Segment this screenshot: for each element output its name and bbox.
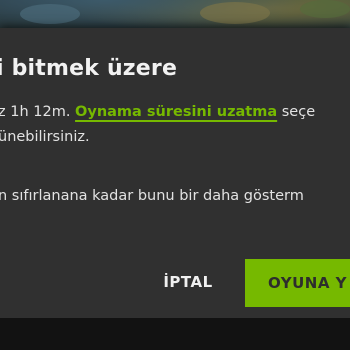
bottom-bar (0, 318, 350, 350)
extend-playtime-link[interactable]: Oynama süresini uzatma (75, 104, 277, 120)
remaining-time-text: z 1h 12m. (0, 104, 76, 120)
screen: i bitmek üzere z 1h 12m. Oynama süresini… (0, 0, 350, 350)
dialog-message-line-1: z 1h 12m. Oynama süresini uzatma seçe (0, 104, 315, 120)
dialog-title: i bitmek üzere (0, 56, 178, 81)
cancel-button[interactable]: İPTAL (150, 264, 226, 300)
playtime-warning-dialog: i bitmek üzere z 1h 12m. Oynama süresini… (0, 28, 350, 318)
dialog-message-line-2: ünebilirsiniz. (0, 129, 90, 145)
dont-show-again-text: n sıfırlanana kadar bunu bir daha göster… (0, 188, 304, 204)
play-game-button[interactable]: OYUNA Y (245, 259, 350, 307)
message-continuation-text: seçe (277, 104, 316, 120)
